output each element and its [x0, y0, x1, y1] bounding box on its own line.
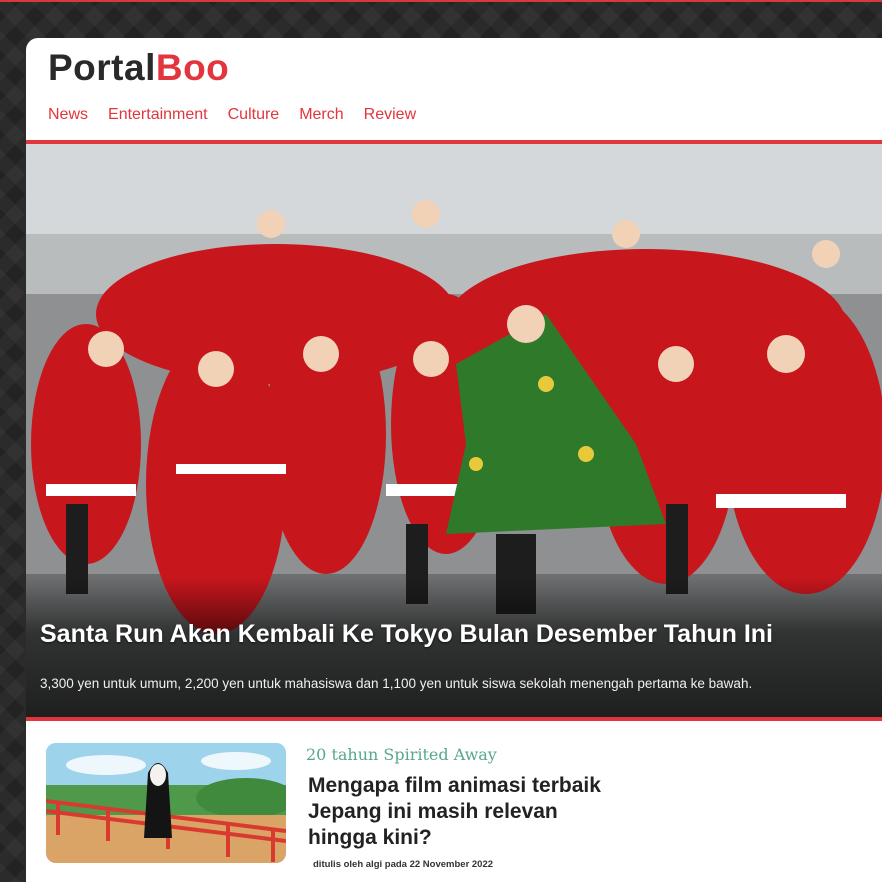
- article-title[interactable]: Mengapa film animasi terbaik Jepang ini …: [308, 773, 608, 851]
- article-byline: ditulis oleh algi pada 22 November 2022: [313, 859, 494, 870]
- article-thumbnail-image: [46, 743, 286, 863]
- top-accent-line: [0, 0, 882, 2]
- main-nav: News Entertainment Culture Merch Review: [48, 106, 416, 124]
- nav-item-news[interactable]: News: [48, 106, 88, 124]
- article-thumbnail[interactable]: [46, 743, 286, 863]
- nav-item-culture[interactable]: Culture: [228, 106, 280, 124]
- page-card: PortalBoo News Entertainment Culture Mer…: [26, 38, 882, 882]
- nav-item-merch[interactable]: Merch: [299, 106, 343, 124]
- nav-item-entertainment[interactable]: Entertainment: [108, 106, 208, 124]
- logo-part-boo: Boo: [155, 47, 230, 88]
- hero-title[interactable]: Santa Run Akan Kembali Ke Tokyo Bulan De…: [40, 620, 773, 649]
- site-logo[interactable]: PortalBoo: [48, 46, 229, 90]
- article-kicker[interactable]: 20 tahun Spirited Away: [306, 745, 497, 764]
- hero-feature[interactable]: Santa Run Akan Kembali Ke Tokyo Bulan De…: [26, 140, 882, 721]
- hero-subtitle: 3,300 yen untuk umum, 2,200 yen untuk ma…: [40, 676, 753, 691]
- nav-item-review[interactable]: Review: [364, 106, 416, 124]
- logo-part-portal: Portal: [48, 47, 156, 88]
